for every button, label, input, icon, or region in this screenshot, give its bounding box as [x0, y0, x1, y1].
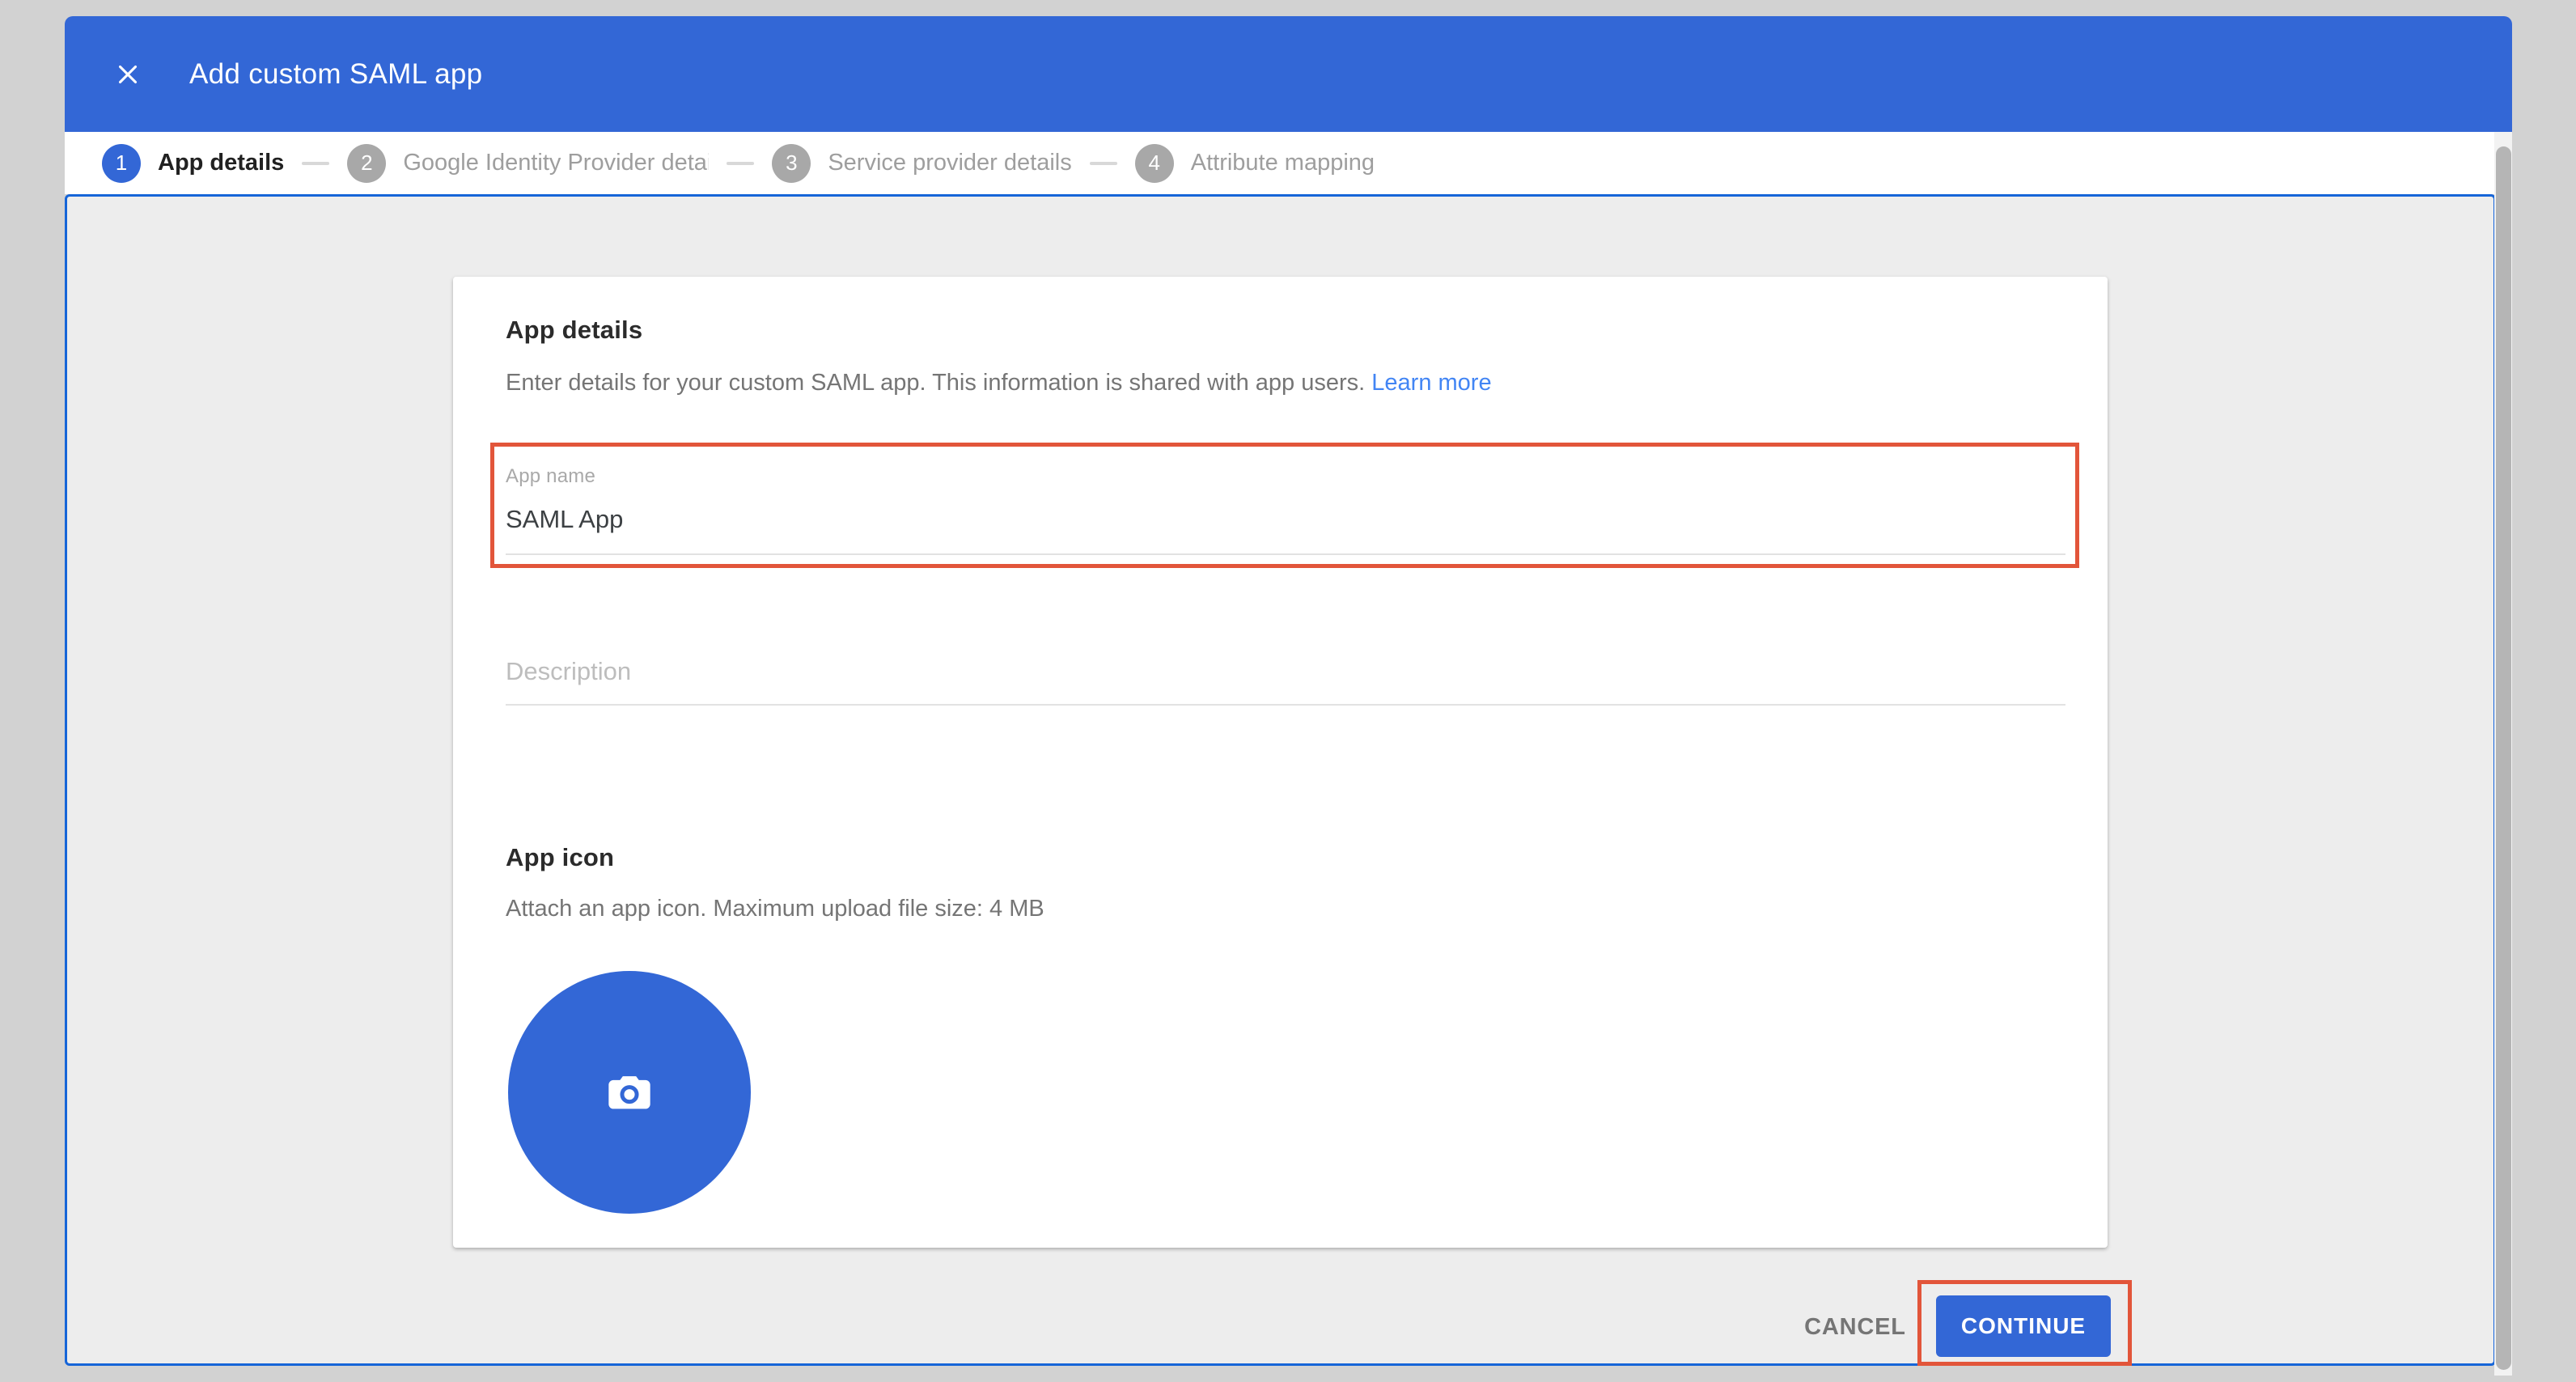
dialog-title: Add custom SAML app	[189, 58, 482, 91]
step-google-idp-details[interactable]: 2 Google Identity Provider details	[347, 144, 709, 183]
step-separator	[1090, 162, 1117, 165]
step-2-label: Google Identity Provider details	[403, 150, 709, 176]
stepper: 1 App details 2 Google Identity Provider…	[65, 132, 2512, 194]
learn-more-link[interactable]: Learn more	[1371, 370, 1491, 396]
step-service-provider-details[interactable]: 3 Service provider details	[772, 144, 1071, 183]
app-name-underline	[506, 553, 2065, 555]
app-icon-title: App icon	[506, 843, 614, 872]
step-3-label: Service provider details	[828, 150, 1071, 176]
app-name-label: App name	[506, 465, 595, 488]
scrollbar-thumb[interactable]	[2496, 146, 2511, 1370]
step-1-circle: 1	[102, 144, 141, 183]
step-separator	[302, 162, 329, 165]
app-icon-upload-button[interactable]	[508, 971, 751, 1214]
step-separator	[727, 162, 754, 165]
step-3-circle: 3	[772, 144, 811, 183]
app-name-input[interactable]: SAML App	[506, 505, 623, 534]
description-underline	[506, 704, 2065, 706]
step-1-label: App details	[158, 150, 284, 176]
section-title: App details	[506, 316, 642, 345]
description-input[interactable]: Description	[506, 657, 631, 686]
section-description: Enter details for your custom SAML app. …	[506, 370, 1492, 396]
step-4-label: Attribute mapping	[1191, 150, 1375, 176]
dialog-content: App details Enter details for your custo…	[65, 194, 2496, 1366]
step-app-details[interactable]: 1 App details	[102, 144, 284, 183]
step-attribute-mapping[interactable]: 4 Attribute mapping	[1135, 144, 1375, 183]
app-icon-description: Attach an app icon. Maximum upload file …	[506, 896, 1044, 922]
dialog-header: Add custom SAML app	[65, 16, 2512, 132]
app-details-card: App details Enter details for your custo…	[453, 277, 2108, 1248]
annotation-box-app-name	[490, 443, 2079, 568]
continue-button[interactable]: CONTINUE	[1936, 1295, 2111, 1357]
close-icon	[112, 59, 143, 90]
step-2-circle: 2	[347, 144, 386, 183]
close-button[interactable]	[105, 52, 150, 97]
section-description-text: Enter details for your custom SAML app. …	[506, 370, 1365, 396]
camera-icon	[601, 1064, 658, 1121]
step-4-circle: 4	[1135, 144, 1174, 183]
cancel-button[interactable]: CANCEL	[1782, 1309, 1928, 1345]
